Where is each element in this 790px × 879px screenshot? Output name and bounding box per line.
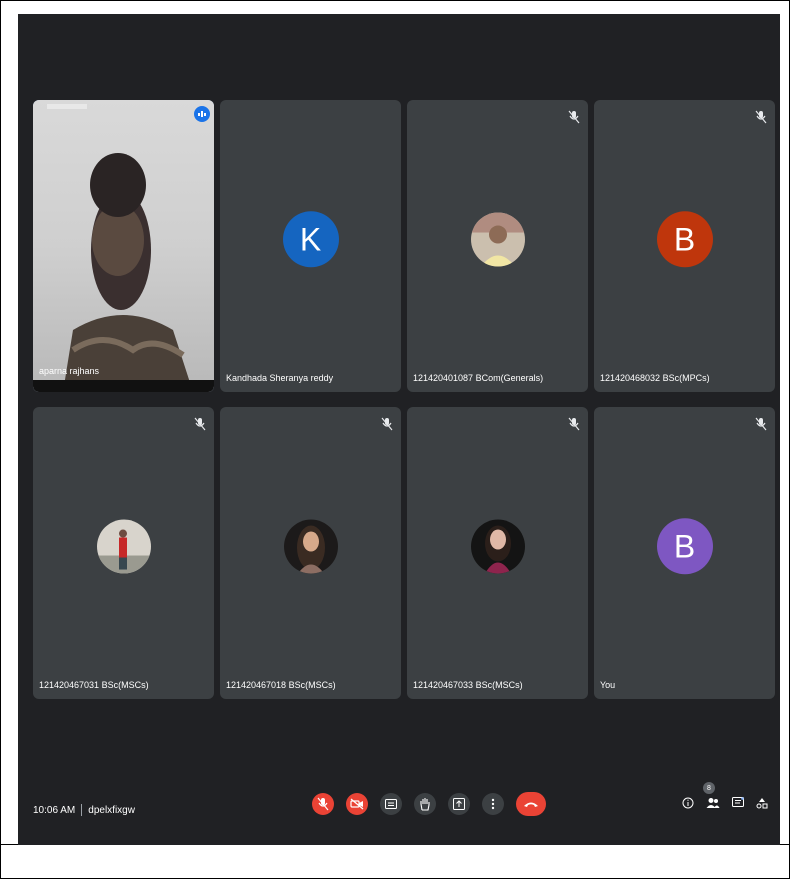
meeting-details: 10:06 AM dpelxfixgw bbox=[33, 804, 135, 816]
people-icon bbox=[706, 798, 720, 808]
meet-window: aparna rajhans K Kandhada Sheranya reddy… bbox=[18, 14, 780, 845]
participant-name: You bbox=[600, 680, 616, 690]
call-controls bbox=[312, 792, 546, 816]
mic-off-icon bbox=[381, 417, 393, 431]
tile-bottom-strip bbox=[33, 380, 214, 392]
side-tools: 8 bbox=[682, 782, 768, 814]
participant-tile[interactable]: 121420401087 BCom(Generals) bbox=[407, 100, 588, 392]
participant-name: aparna rajhans bbox=[39, 366, 100, 376]
participant-name: Kandhada Sheranya reddy bbox=[226, 373, 334, 383]
avatar bbox=[470, 519, 525, 574]
raise-hand-button[interactable] bbox=[414, 793, 436, 815]
participant-name: 121420401087 BCom(Generals) bbox=[413, 373, 544, 383]
camera-toggle-button[interactable] bbox=[346, 793, 368, 815]
participant-tile[interactable]: 121420467018 BSc(MSCs) bbox=[220, 407, 401, 699]
bottom-toolbar: 10:06 AM dpelxfixgw 8 bbox=[18, 778, 780, 834]
avatar: B bbox=[656, 211, 713, 268]
captions-button[interactable] bbox=[380, 793, 402, 815]
present-icon bbox=[453, 798, 465, 810]
raise-hand-icon bbox=[420, 798, 430, 811]
divider bbox=[81, 804, 83, 816]
participant-name: 121420467018 BSc(MSCs) bbox=[226, 680, 336, 690]
meeting-time: 10:06 AM bbox=[33, 804, 76, 816]
participant-name: 121420468032 BSc(MPCs) bbox=[600, 373, 710, 383]
participant-tile[interactable]: K Kandhada Sheranya reddy bbox=[220, 100, 401, 392]
present-button[interactable] bbox=[448, 793, 470, 815]
mic-off-icon bbox=[317, 797, 329, 811]
end-call-icon bbox=[524, 802, 538, 807]
camera-off-icon bbox=[350, 798, 364, 810]
participant-tile[interactable]: 121420467031 BSc(MSCs) bbox=[33, 407, 214, 699]
participant-tile[interactable]: aparna rajhans bbox=[33, 100, 214, 392]
activities-icon bbox=[756, 798, 768, 809]
mic-toggle-button[interactable] bbox=[312, 793, 334, 815]
mic-off-icon bbox=[194, 417, 206, 431]
avatar: K bbox=[282, 211, 339, 268]
chat-button[interactable] bbox=[732, 796, 744, 814]
captions-icon bbox=[385, 799, 397, 809]
participant-tile[interactable]: B You bbox=[594, 407, 775, 699]
more-icon bbox=[491, 798, 495, 810]
activities-button[interactable] bbox=[756, 796, 768, 814]
mic-off-icon bbox=[568, 110, 580, 124]
info-icon bbox=[682, 797, 694, 809]
participant-name: 121420467031 BSc(MSCs) bbox=[39, 680, 149, 690]
people-button[interactable]: 8 bbox=[703, 782, 720, 814]
avatar bbox=[470, 212, 525, 267]
more-options-button[interactable] bbox=[482, 793, 504, 815]
camera-feed bbox=[33, 100, 214, 392]
mic-off-icon bbox=[755, 110, 767, 124]
chat-icon bbox=[732, 797, 744, 807]
info-button[interactable] bbox=[682, 796, 694, 814]
participant-name: 121420467033 BSc(MSCs) bbox=[413, 680, 523, 690]
people-count-badge: 8 bbox=[703, 782, 715, 794]
mic-off-icon bbox=[755, 417, 767, 431]
avatar: B bbox=[656, 518, 713, 575]
participant-tile[interactable]: B 121420468032 BSc(MPCs) bbox=[594, 100, 775, 392]
speaking-indicator-icon bbox=[194, 106, 210, 122]
avatar bbox=[283, 519, 338, 574]
end-call-button[interactable] bbox=[516, 792, 546, 816]
person-video bbox=[47, 104, 193, 392]
meeting-code: dpelxfixgw bbox=[88, 804, 135, 816]
mic-off-icon bbox=[568, 417, 580, 431]
avatar bbox=[96, 519, 151, 574]
participant-tile[interactable]: 121420467033 BSc(MSCs) bbox=[407, 407, 588, 699]
